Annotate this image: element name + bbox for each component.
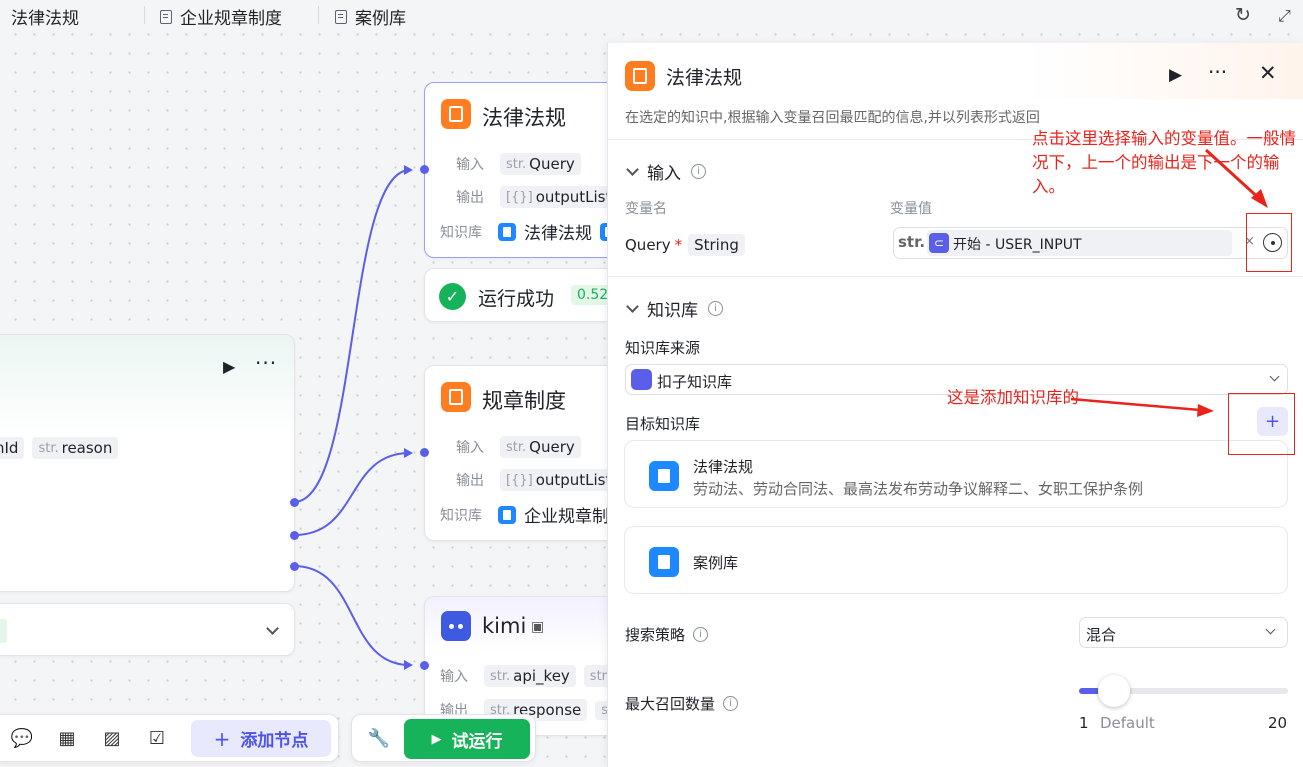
annotation-arrows — [1070, 148, 1268, 417]
